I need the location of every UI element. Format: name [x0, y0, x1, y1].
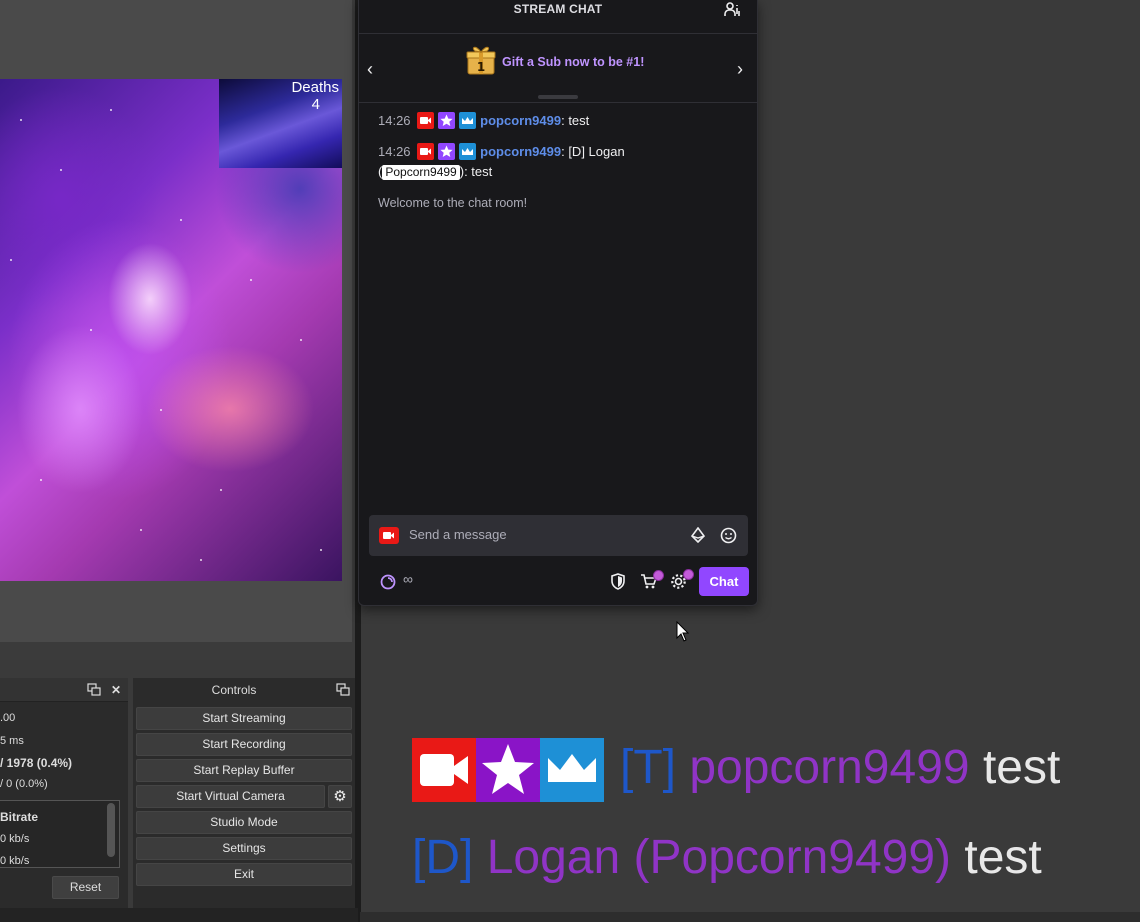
- stat-render-time: 5 ms: [0, 735, 24, 747]
- bottom-right-strip: [360, 912, 1140, 922]
- broadcaster-badge-icon: [412, 738, 476, 802]
- start-streaming-button[interactable]: Start Streaming: [136, 707, 352, 730]
- crown-badge-icon[interactable]: [459, 112, 477, 129]
- gift-sub-banner[interactable]: ‹ 1 Gift a Sub now to be #1! ›: [359, 35, 757, 103]
- banner-drag-handle[interactable]: [538, 95, 578, 99]
- gift-count: 1: [477, 60, 485, 74]
- chat-username[interactable]: popcorn9499: [480, 113, 561, 128]
- stat-fps: .00: [0, 712, 16, 724]
- message-text: : [D] Logan: [561, 144, 625, 159]
- virtual-camera-gear-icon[interactable]: ⚙: [328, 785, 352, 808]
- studio-mode-button[interactable]: Studio Mode: [136, 811, 352, 834]
- bits-icon[interactable]: [690, 527, 706, 543]
- chat-input[interactable]: Send a message: [369, 515, 748, 556]
- broadcaster-badge-icon[interactable]: [417, 143, 435, 160]
- crown-badge-icon[interactable]: [459, 143, 477, 160]
- stats-scrollbar[interactable]: [107, 803, 115, 857]
- stats-dock: ✕: [0, 678, 128, 908]
- chat-username[interactable]: popcorn9499: [480, 144, 561, 159]
- deaths-count: 4: [311, 96, 320, 113]
- broadcaster-badge-icon[interactable]: [417, 112, 435, 129]
- stream-chat-window: STREAM CHAT ‹ 1 Gift a Sub now to be #1!…: [358, 0, 758, 606]
- channel-points-value: ∞: [403, 571, 413, 587]
- exit-button[interactable]: Exit: [136, 863, 352, 886]
- chat-overlay-preview: [T] popcorn9499 test [D] Logan (Popcorn9…: [412, 738, 1112, 898]
- message-timestamp: 14:26: [378, 113, 411, 128]
- chat-send-button[interactable]: Chat: [699, 567, 749, 596]
- emote-icon[interactable]: [720, 527, 737, 544]
- overlay-message: test: [964, 831, 1042, 884]
- chat-footer: ∞ Chat: [359, 565, 757, 599]
- camera-badge-icon[interactable]: [379, 527, 399, 544]
- cart-notification-dot: [653, 570, 664, 581]
- chat-message: 14:26 popcorn9499: [D] Logan: [378, 143, 625, 160]
- chat-title: STREAM CHAT: [513, 2, 603, 16]
- chat-header: STREAM CHAT: [359, 0, 757, 34]
- crown-badge-icon: [540, 738, 604, 802]
- controls-title: Controls: [211, 683, 257, 697]
- close-icon[interactable]: ✕: [109, 683, 123, 697]
- star-badge-icon[interactable]: [438, 143, 456, 160]
- settings-notification-dot: [683, 569, 694, 580]
- settings-button[interactable]: Settings: [136, 837, 352, 860]
- chat-message: 14:26 popcorn9499: test: [378, 112, 589, 129]
- bottom-strip: [0, 908, 358, 922]
- chat-input-placeholder[interactable]: Send a message: [409, 527, 507, 542]
- deaths-label: Deaths: [291, 79, 339, 96]
- gift-icon: 1: [466, 46, 496, 75]
- chevron-right-icon[interactable]: ›: [737, 60, 751, 78]
- overlay-username: popcorn9499: [689, 741, 970, 794]
- start-recording-button[interactable]: Start Recording: [136, 733, 352, 756]
- chat-message-continuation: (Popcorn9499): test: [378, 164, 492, 180]
- obs-preview-area: Deaths 4: [0, 0, 358, 660]
- deaths-counter-overlay: Deaths 4: [219, 79, 342, 168]
- users-icon[interactable]: [724, 1, 742, 19]
- shield-icon[interactable]: [610, 573, 626, 590]
- reset-button[interactable]: Reset: [52, 876, 119, 899]
- stat-bitrate-2: 0 kb/s: [0, 855, 30, 867]
- stats-dock-header: ✕: [0, 678, 128, 702]
- undock-icon[interactable]: [336, 683, 350, 697]
- mention-tooltip: Popcorn9499: [382, 165, 460, 180]
- chevron-left-icon[interactable]: ‹: [367, 60, 381, 78]
- start-replay-buffer-button[interactable]: Start Replay Buffer: [136, 759, 352, 782]
- start-virtual-camera-button[interactable]: Start Virtual Camera: [136, 785, 325, 808]
- stat-bitrate-header: Bitrate: [0, 810, 39, 824]
- message-text-suffix: ): test: [459, 164, 493, 179]
- overlay-platform-tag: [D]: [412, 831, 474, 884]
- message-timestamp: 14:26: [378, 144, 411, 159]
- overlay-message: test: [982, 741, 1061, 794]
- overlay-username: Logan (Popcorn9499): [486, 831, 952, 884]
- overlay-line-2: [D] Logan (Popcorn9499) test: [412, 830, 1042, 886]
- stat-bitrate-1: 0 kb/s: [0, 833, 30, 845]
- overlay-line-1: [T] popcorn9499 test: [620, 740, 1060, 796]
- undock-icon[interactable]: [87, 683, 101, 697]
- channel-points-icon[interactable]: [380, 574, 396, 590]
- welcome-message: Welcome to the chat room!: [378, 196, 528, 210]
- stat-dropped-frames: / 0 (0.0%): [0, 778, 48, 790]
- mouse-cursor-icon: [676, 621, 690, 642]
- star-badge-icon: [476, 738, 540, 802]
- overlay-platform-tag: [T]: [620, 741, 676, 794]
- gift-banner-text: Gift a Sub now to be #1!: [502, 55, 645, 69]
- message-text: : test: [561, 113, 590, 128]
- stat-skipped-frames: / 1978 (0.4%): [0, 756, 73, 770]
- star-badge-icon[interactable]: [438, 112, 456, 129]
